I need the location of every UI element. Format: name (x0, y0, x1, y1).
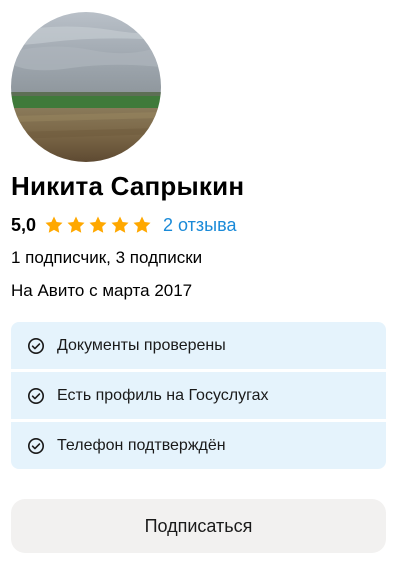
reviews-link[interactable]: 2 отзыва (163, 215, 236, 236)
verification-label: Телефон подтверждён (57, 436, 226, 454)
check-circle-icon (27, 337, 45, 354)
rating-row: 5,0 2 отзыва (11, 212, 236, 238)
subscribe-button[interactable]: Подписаться (11, 499, 386, 553)
verification-label: Документы проверены (57, 336, 226, 354)
star-icon (45, 216, 63, 233)
subscriptions-info: 1 подписчик, 3 подписки (11, 248, 203, 267)
check-circle-icon (27, 387, 45, 404)
verification-list: Документы проверены Есть профиль на Госу… (11, 322, 386, 469)
star-icon (67, 216, 85, 233)
check-circle-icon (27, 437, 45, 454)
star-icon (133, 216, 151, 233)
verification-gosuslugi: Есть профиль на Госуслугах (11, 372, 386, 419)
profile-name: Никита Сапрыкин (11, 171, 245, 201)
verification-documents: Документы проверены (11, 322, 386, 369)
verification-label: Есть профиль на Госуслугах (57, 386, 269, 404)
member-since: На Авито с марта 2017 (11, 281, 193, 300)
star-icon (89, 216, 107, 233)
rating-stars (44, 215, 154, 235)
avatar[interactable] (11, 12, 161, 162)
star-icon (111, 216, 129, 233)
rating-value: 5,0 (11, 214, 37, 235)
avatar-landscape-image (11, 12, 161, 162)
verification-phone: Телефон подтверждён (11, 422, 386, 469)
